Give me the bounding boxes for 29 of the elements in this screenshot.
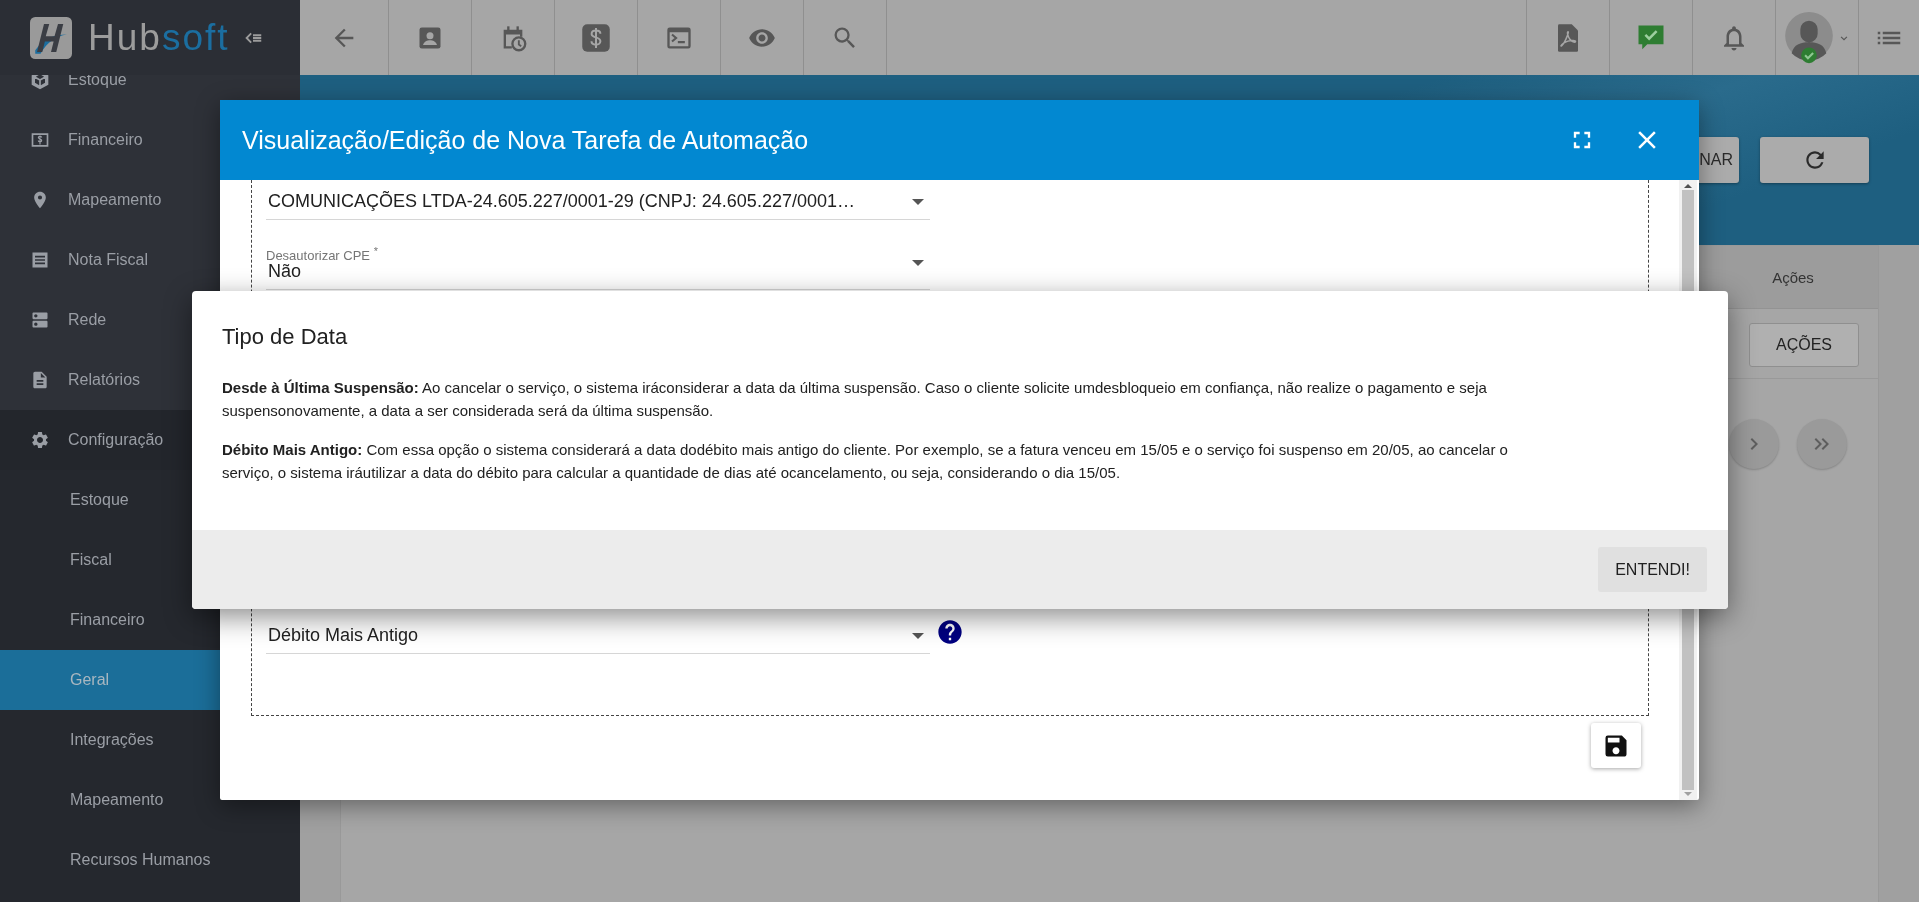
modal-title: Visualização/Edição de Nova Tarefa de Automação xyxy=(242,125,810,155)
select-field[interactable]: Não xyxy=(266,260,930,290)
document-icon xyxy=(30,370,50,390)
understood-button[interactable]: ENTENDI! xyxy=(1598,547,1707,592)
gear-icon xyxy=(30,430,50,450)
actions-button[interactable]: AÇÕES xyxy=(1749,323,1859,367)
avatar-icon xyxy=(1783,11,1835,64)
last-page-button[interactable] xyxy=(1797,419,1847,469)
caret-icon xyxy=(912,198,924,205)
logo-icon xyxy=(30,16,72,59)
field-label: Desautorizar CPE $^{*}$ xyxy=(266,244,379,260)
next-page-button[interactable] xyxy=(1729,419,1779,469)
caret-icon xyxy=(912,632,924,639)
save-button[interactable] xyxy=(1591,723,1641,768)
logo-text: Hubsoft xyxy=(88,16,230,59)
select-field[interactable]: Débito Mais Antigo xyxy=(266,618,930,654)
dialog-title: Tipo de Data xyxy=(222,323,349,351)
caret-icon xyxy=(912,260,924,266)
receipt-icon xyxy=(30,250,50,270)
select-field[interactable]: COMUNICAÇÕES LTDA-24.605.227/0001-29 (CNPJ: 24.605.227/0001… xyxy=(266,184,930,220)
server-icon xyxy=(30,310,50,330)
banknote-icon xyxy=(30,130,50,150)
help-icon[interactable] xyxy=(936,618,964,646)
column-header: Ações xyxy=(1771,267,1815,288)
refresh-button[interactable] xyxy=(1760,137,1869,183)
sidebar-item[interactable]: Recursos Humanos xyxy=(0,830,300,890)
dollar-icon xyxy=(581,22,611,53)
scroll-down-icon[interactable] xyxy=(1684,792,1692,796)
box-icon xyxy=(30,75,50,90)
